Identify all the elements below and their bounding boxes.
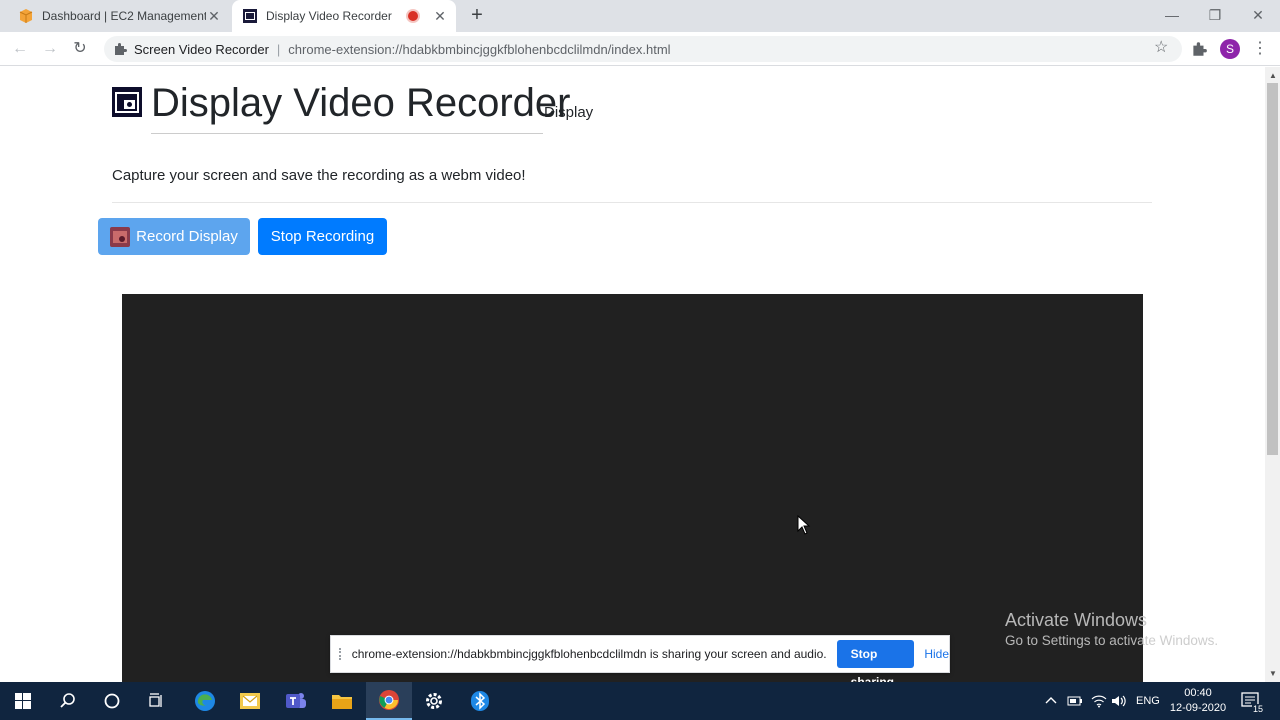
site-name: Screen Video Recorder — [134, 41, 269, 57]
start-button[interactable] — [0, 682, 46, 720]
cortana-button[interactable] — [89, 682, 135, 720]
action-center-button[interactable]: 15 — [1240, 682, 1265, 720]
teams-app-icon — [286, 693, 306, 708]
recorder-logo-icon — [112, 87, 142, 117]
scroll-up-icon[interactable]: ▲ — [1269, 71, 1277, 80]
task-view-button[interactable] — [134, 682, 180, 720]
notification-count: 15 — [1252, 704, 1265, 714]
tab-close-icon[interactable]: ✕ — [432, 8, 448, 24]
show-hidden-icons[interactable] — [1044, 682, 1058, 720]
mouse-cursor-icon — [797, 515, 811, 535]
clock-time: 00:40 — [1184, 687, 1212, 699]
page-title: Display Video Recorder — [151, 81, 571, 125]
gear-icon — [426, 693, 442, 709]
bluetooth-icon — [471, 691, 489, 711]
record-icon — [110, 226, 131, 247]
video-preview[interactable] — [122, 294, 1143, 682]
stop-recording-button[interactable]: Stop Recording — [258, 218, 387, 255]
record-display-button[interactable]: Record Display — [98, 218, 250, 255]
network-status[interactable] — [1091, 682, 1107, 720]
recording-indicator-icon — [408, 11, 418, 21]
stop-sharing-button[interactable]: Stop sharing — [836, 640, 915, 689]
chrome-browser-icon — [379, 690, 399, 710]
taskbar-teams[interactable] — [273, 682, 319, 720]
taskbar-bluetooth[interactable] — [457, 682, 503, 720]
tab-close-icon[interactable]: ✕ — [206, 8, 222, 24]
tab-display-video-recorder[interactable]: Display Video Recorder ✕ — [232, 0, 456, 32]
volume-control[interactable] — [1111, 682, 1127, 720]
cortana-circle-icon — [104, 693, 120, 709]
battery-icon — [1067, 696, 1082, 706]
wifi-icon — [1091, 695, 1107, 708]
clock-date: 12-09-2020 — [1169, 702, 1227, 714]
new-tab-button[interactable]: + — [466, 5, 488, 27]
aws-box-icon — [19, 9, 33, 23]
extension-icon — [115, 43, 127, 55]
windows-logo-icon — [15, 693, 31, 709]
address-bar[interactable]: Screen Video Recorder | chrome-extension… — [104, 36, 1182, 62]
scrollbar-thumb[interactable] — [1267, 83, 1278, 455]
forward-button[interactable]: → — [38, 37, 62, 61]
taskbar-settings[interactable] — [411, 682, 457, 720]
extensions-puzzle-icon[interactable] — [1190, 40, 1208, 58]
watermark-subtitle: Go to Settings to activate Windows. — [1005, 633, 1219, 648]
page-description: Capture your screen and save the recordi… — [112, 167, 526, 184]
browser-toolbar: ← → ↻ Screen Video Recorder | chrome-ext… — [0, 32, 1280, 66]
chevron-up-icon — [1045, 697, 1057, 704]
title-underline — [151, 133, 543, 134]
record-display-label: Record Display — [136, 228, 238, 245]
url-text: chrome-extension://hdabkbmbincjggkfblohe… — [288, 41, 671, 57]
bookmark-star-icon[interactable]: ☆ — [1154, 40, 1170, 56]
search-icon — [60, 693, 75, 708]
recorder-app-icon — [243, 9, 257, 23]
speaker-icon — [1112, 695, 1126, 707]
watermark-title: Activate Windows — [1005, 610, 1148, 630]
back-button[interactable]: ← — [8, 37, 32, 61]
omnibox-separator: | — [276, 41, 281, 57]
minimize-button[interactable]: — — [1150, 0, 1194, 32]
taskbar-clock[interactable]: 00:40 12-09-2020 — [1168, 686, 1228, 716]
tab-ec2-dashboard[interactable]: Dashboard | EC2 Management Console ✕ — [8, 0, 230, 32]
close-window-button[interactable]: ✕ — [1236, 0, 1280, 32]
taskbar-chrome[interactable] — [366, 682, 412, 720]
hide-button[interactable]: Hide — [924, 647, 949, 661]
reload-button[interactable]: ↻ — [68, 37, 92, 61]
page-scrollbar[interactable]: ▲ ▼ — [1265, 67, 1280, 682]
divider — [112, 202, 1152, 203]
maximize-button[interactable]: ❐ — [1193, 0, 1237, 32]
scroll-down-icon[interactable]: ▼ — [1269, 669, 1277, 678]
activate-windows-watermark: Activate Windows Go to Settings to activ… — [1005, 610, 1218, 648]
mail-app-icon — [240, 693, 260, 709]
profile-avatar[interactable]: S — [1220, 39, 1240, 59]
battery-status[interactable] — [1067, 682, 1083, 720]
taskbar-edge[interactable] — [182, 682, 228, 720]
edge-browser-icon — [195, 691, 215, 711]
search-button[interactable] — [45, 682, 91, 720]
drag-handle-icon[interactable] — [339, 648, 344, 660]
file-explorer-icon — [332, 695, 352, 709]
taskbar-mail[interactable] — [227, 682, 273, 720]
task-view-icon — [149, 693, 162, 707]
screen-sharing-bar: chrome-extension://hdabkbmbincjggkfblohe… — [330, 635, 950, 689]
windows-taskbar: ENG 00:40 12-09-2020 15 — [0, 682, 1280, 720]
taskbar-file-explorer[interactable] — [319, 682, 365, 720]
tab-title: Display Video Recorder — [266, 9, 392, 23]
browser-menu-icon[interactable]: ⋮ — [1252, 37, 1268, 61]
input-language[interactable]: ENG — [1136, 682, 1160, 720]
page-content: Display Video Recorder Display Capture y… — [0, 67, 1265, 682]
title-subtext: Display — [544, 104, 594, 121]
sharing-message: chrome-extension://hdabkbmbincjggkfblohe… — [351, 647, 827, 661]
tab-strip: Dashboard | EC2 Management Console ✕ Dis… — [0, 0, 1280, 32]
tab-title: Dashboard | EC2 Management Console — [42, 9, 206, 23]
